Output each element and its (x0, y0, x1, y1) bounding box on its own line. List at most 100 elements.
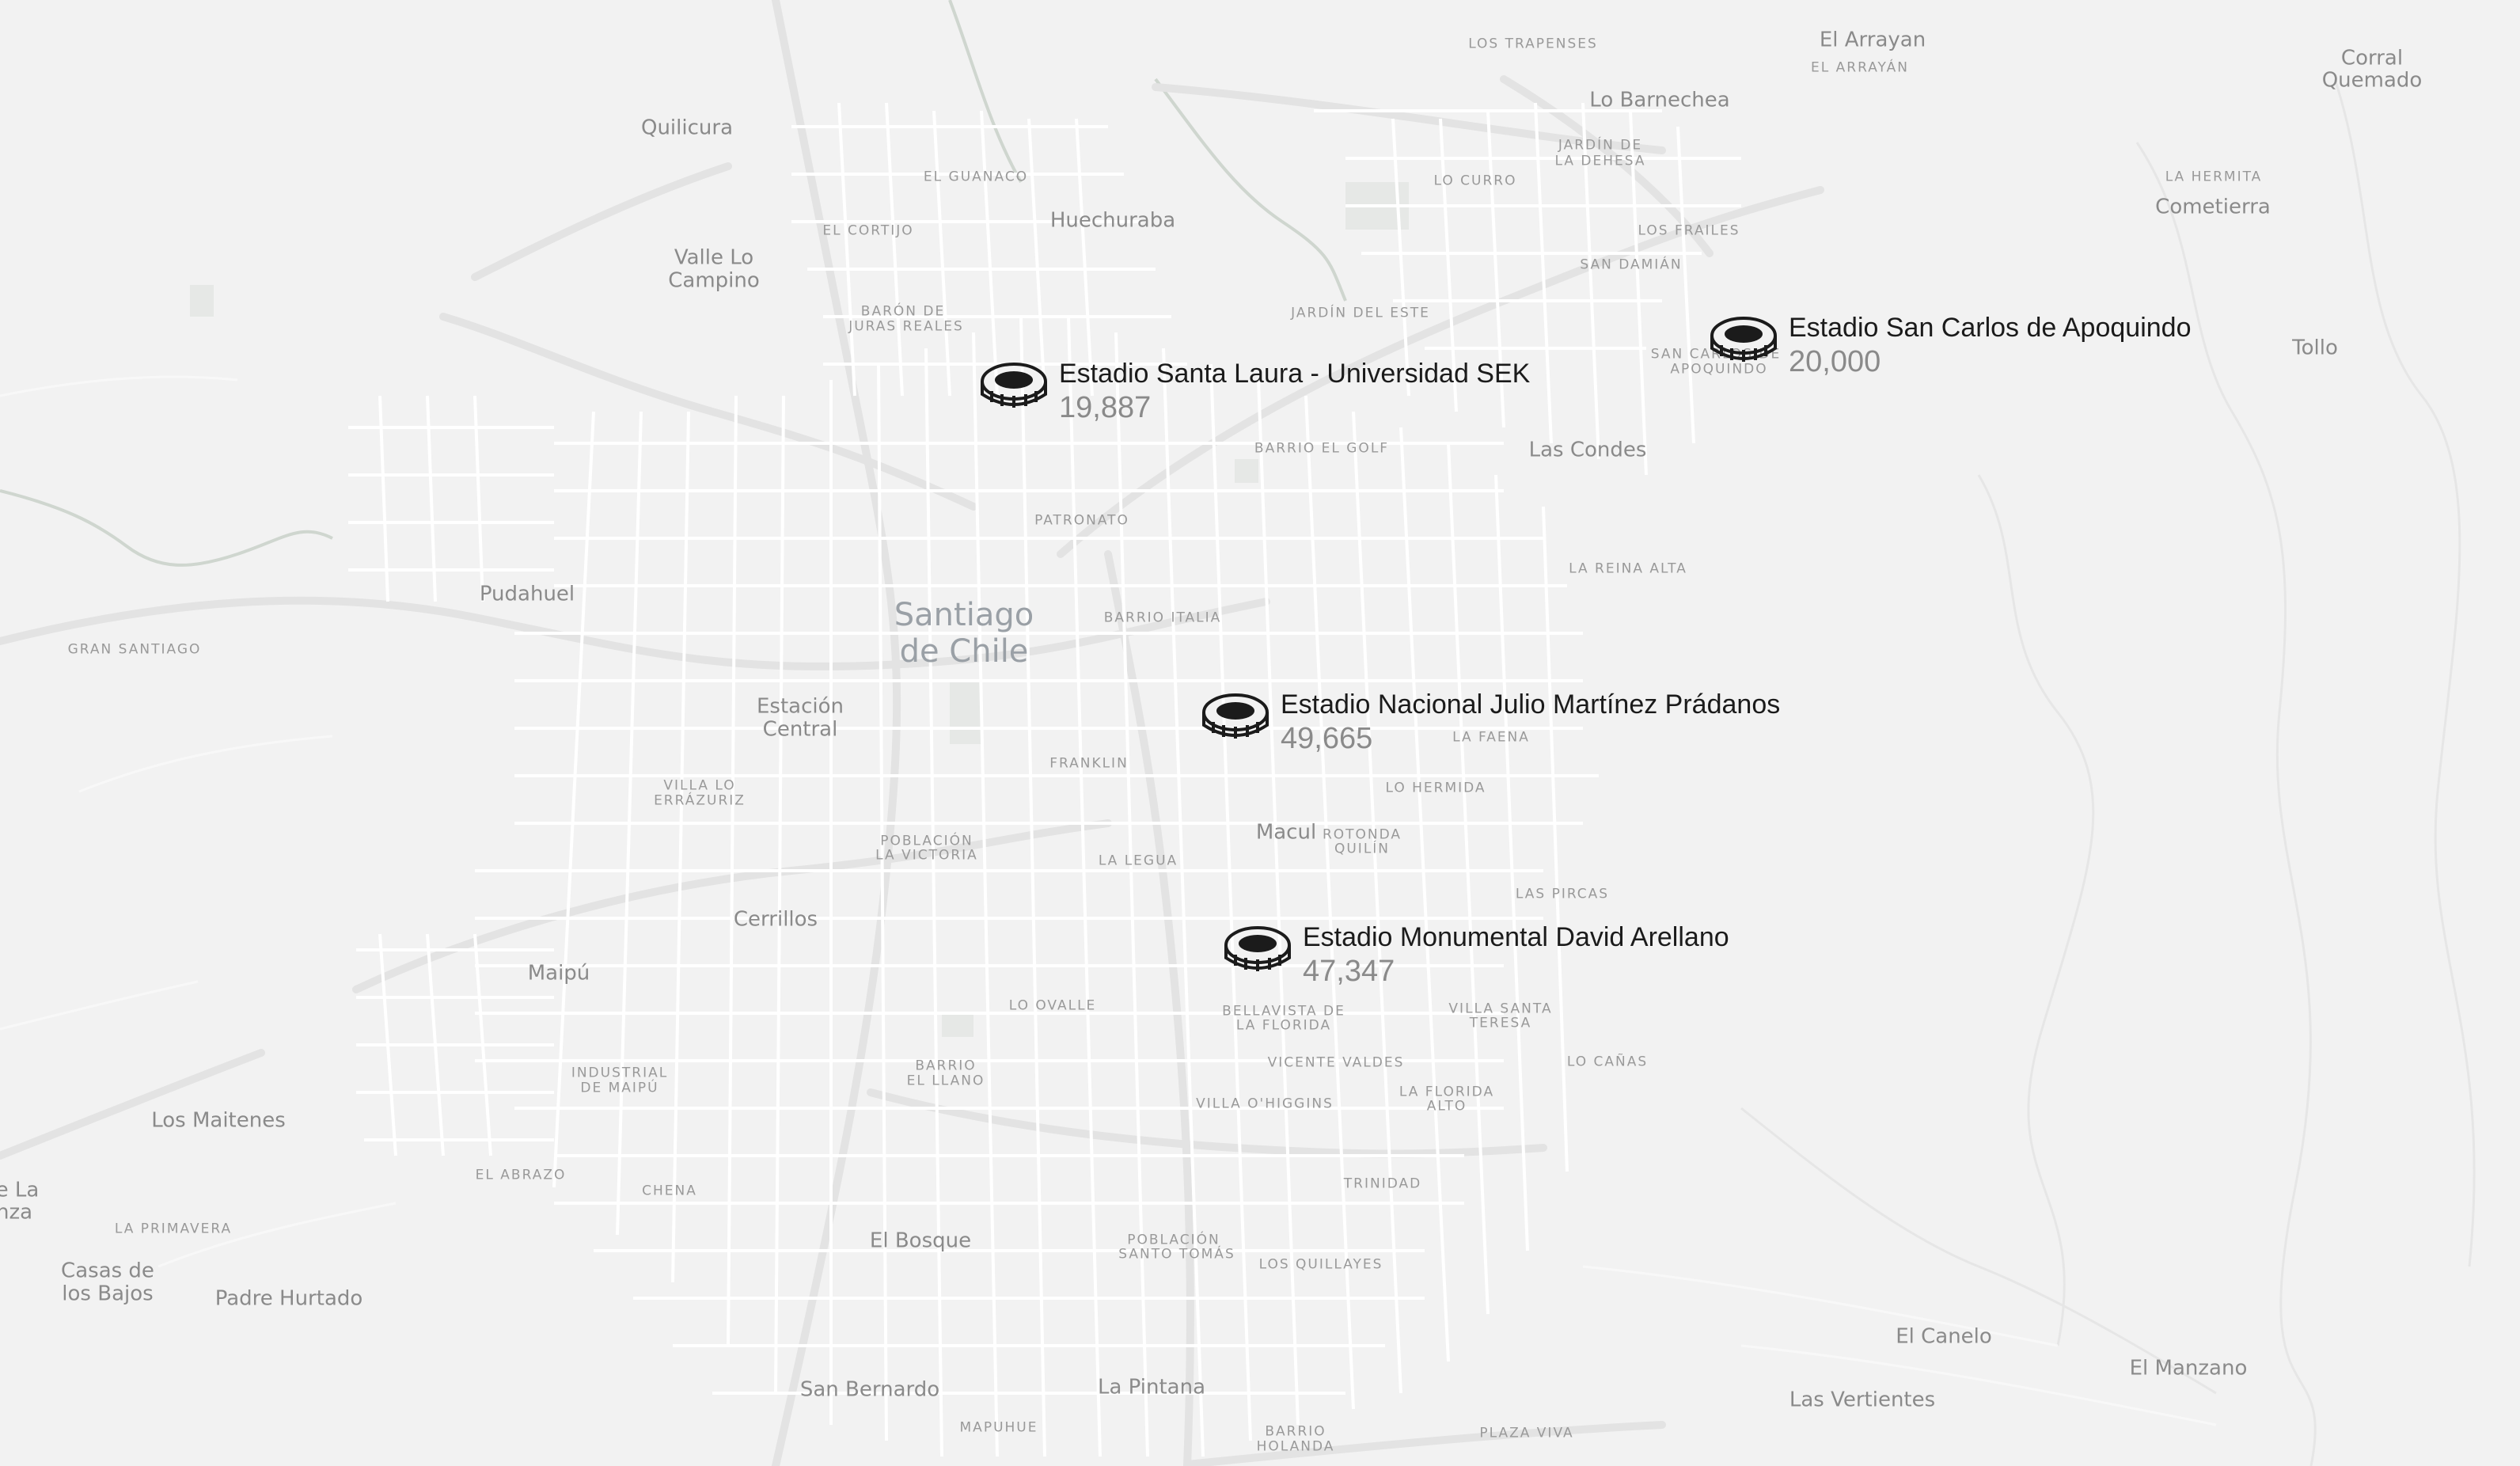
place-label: El Bosque (869, 1229, 972, 1253)
place-label: e La (0, 1178, 40, 1202)
neighborhood-label: GRAN SANTIAGO (67, 641, 202, 658)
stadium-icon (1710, 317, 1777, 362)
neighborhood-label: TRINIDAD (1343, 1175, 1422, 1192)
place-label: Macul (1255, 820, 1317, 845)
place-label: Lo Barnechea (1589, 88, 1730, 112)
neighborhood-label: VILLA LO (663, 777, 736, 794)
neighborhood-label: FRANKLIN (1049, 755, 1129, 772)
neighborhood-label: LA HERMITA (2165, 169, 2263, 185)
neighborhood-label: VILLA SANTA (1448, 1001, 1553, 1017)
place-label: El Arrayan (1819, 28, 1926, 52)
place-label: Los Maitenes (151, 1108, 286, 1133)
neighborhood-label: EL CORTIJO (822, 222, 914, 239)
neighborhood-label: HOLANDA (1256, 1438, 1335, 1455)
neighborhood-label: LO HERMIDA (1385, 780, 1486, 796)
neighborhood-label: VICENTE VALDES (1267, 1054, 1405, 1071)
neighborhood-label: CHENA (642, 1183, 697, 1199)
neighborhood-label: BARRIO EL GOLF (1254, 440, 1390, 457)
stadium-marker-nacional[interactable]: Estadio Nacional Julio Martínez Prádanos… (1200, 689, 1780, 756)
place-label: El Canelo (1896, 1324, 1992, 1349)
place-label: Casas de (61, 1259, 154, 1283)
neighborhood-label: LOS TRAPENSES (1468, 36, 1598, 52)
stadium-marker-san-carlos[interactable]: Estadio San Carlos de Apoquindo 20,000 (1708, 312, 2191, 379)
place-label: Campino (668, 268, 760, 293)
neighborhood-label: ROTONDA (1322, 826, 1402, 843)
neighborhood-label: MAPUHUE (959, 1419, 1038, 1436)
neighborhood-label: PATRONATO (1034, 512, 1129, 529)
neighborhood-label: EL ABRAZO (475, 1167, 567, 1183)
stadium-marker-santa-laura[interactable]: Estadio Santa Laura - Universidad SEK 19… (978, 358, 1530, 425)
neighborhood-label: LA LEGUA (1098, 853, 1178, 869)
place-label: Central (762, 717, 838, 742)
neighborhood-label: LA FLORIDA (1235, 1017, 1332, 1034)
place-label: La Pintana (1097, 1375, 1206, 1400)
place-label: nza (0, 1200, 33, 1225)
neighborhood-label: EL ARRAYÁN (1811, 59, 1909, 76)
neighborhood-label: LOS QUILLAYES (1258, 1256, 1383, 1273)
neighborhood-label: BARRIO (1265, 1423, 1326, 1440)
place-label: Quilicura (640, 116, 734, 140)
neighborhood-label: LA FLORIDA (1399, 1084, 1495, 1100)
place-label: Cometierra (2155, 195, 2271, 219)
stadium-name: Estadio San Carlos de Apoquindo (1789, 313, 2192, 343)
stadium-marker-monumental[interactable]: Estadio Monumental David Arellano 47,347 (1222, 921, 1729, 989)
place-label: Estación (756, 694, 844, 719)
stadium-capacity: 20,000 (1789, 344, 1881, 378)
place-label: los Bajos (62, 1282, 154, 1306)
place-label: Padre Hurtado (214, 1286, 363, 1311)
place-label: El Manzano (2129, 1356, 2248, 1381)
neighborhood-label: BARÓN DE (860, 303, 946, 320)
neighborhood-label: ERRÁZURIZ (654, 792, 746, 809)
neighborhood-label: JARDÍN DEL ESTE (1291, 305, 1430, 321)
stadium-icon (1202, 693, 1269, 739)
neighborhood-label: EL LLANO (906, 1073, 985, 1089)
city-label-line1: Santiago (894, 597, 1034, 633)
place-label: Huechuraba (1049, 208, 1176, 233)
stadium-icon (1224, 926, 1291, 971)
neighborhood-label: BARRIO (915, 1058, 977, 1074)
neighborhood-label: BARRIO ITALIA (1103, 610, 1222, 626)
neighborhood-label: LA VICTORIA (875, 847, 978, 864)
neighborhood-label: INDUSTRIAL (571, 1065, 669, 1081)
neighborhood-label: TERESA (1469, 1015, 1532, 1031)
neighborhood-label: SANTO TOMÁS (1118, 1246, 1235, 1263)
place-label: Las Condes (1528, 438, 1647, 462)
neighborhood-label: ALTO (1426, 1098, 1467, 1115)
stadium-name: Estadio Santa Laura - Universidad SEK (1059, 359, 1531, 389)
place-label: Quemado (2321, 68, 2423, 93)
neighborhood-label: LA REINA ALTA (1569, 560, 1687, 577)
neighborhood-label: JARDÍN DE (1558, 137, 1643, 154)
neighborhood-label: LO CURRO (1433, 173, 1517, 189)
place-label: Cerrillos (733, 907, 818, 932)
neighborhood-label: LOS FRAILES (1638, 222, 1740, 239)
neighborhood-label: LO CAÑAS (1566, 1054, 1649, 1070)
city-label-line2: de Chile (899, 633, 1029, 670)
stadium-capacity: 47,347 (1303, 954, 1395, 988)
neighborhood-label: LO OVALLE (1008, 997, 1097, 1014)
neighborhood-label: SAN DAMIÁN (1580, 256, 1683, 273)
neighborhood-label: EL GUANACO (923, 169, 1029, 185)
neighborhood-label: LA PRIMAVERA (114, 1221, 233, 1237)
stadium-capacity: 19,887 (1059, 390, 1152, 424)
neighborhood-label: BELLAVISTA DE (1222, 1003, 1345, 1020)
neighborhood-label: JURAS REALES (848, 318, 964, 335)
place-label: Las Vertientes (1789, 1388, 1936, 1412)
neighborhood-label: QUILÍN (1334, 841, 1391, 857)
place-label: Tollo (2292, 336, 2338, 360)
place-label: Corral (2340, 46, 2404, 70)
place-label: San Bernardo (799, 1377, 940, 1402)
neighborhood-label: LA DEHESA (1554, 153, 1646, 169)
neighborhood-label: LAS PIRCAS (1515, 886, 1610, 902)
place-label: Valle Lo (674, 245, 754, 270)
stadium-name: Estadio Monumental David Arellano (1303, 922, 1729, 952)
neighborhood-label: VILLA O'HIGGINS (1196, 1096, 1334, 1112)
place-label: Maipú (527, 961, 590, 986)
city-label: Santiago de Chile (894, 597, 1034, 670)
stadium-capacity: 49,665 (1281, 721, 1373, 755)
neighborhood-label: POBLACIÓN (880, 833, 973, 849)
neighborhood-label: POBLACIÓN (1127, 1232, 1220, 1248)
stadium-icon (981, 363, 1047, 408)
place-label: Pudahuel (479, 582, 575, 606)
neighborhood-label: DE MAIPÚ (580, 1080, 659, 1096)
stadium-name: Estadio Nacional Julio Martínez Prádanos (1281, 689, 1781, 720)
